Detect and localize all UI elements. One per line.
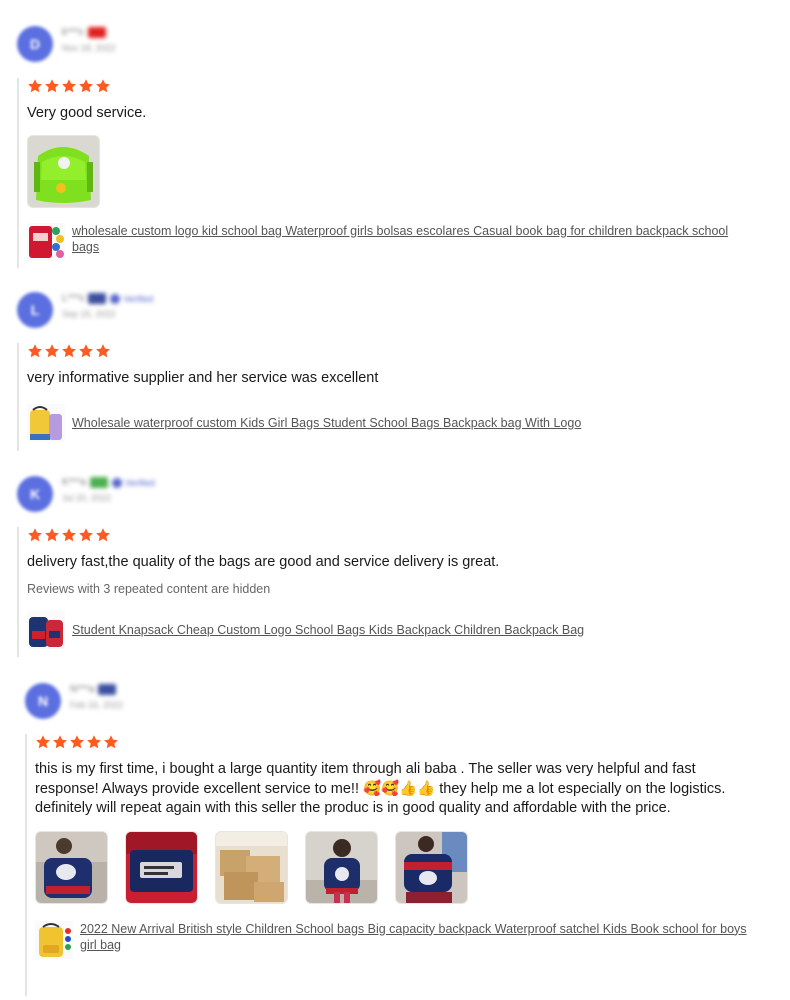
star-icon xyxy=(44,78,60,94)
verified-icon xyxy=(111,477,122,488)
star-icon xyxy=(44,527,60,543)
star-icon xyxy=(35,734,51,750)
star-icon xyxy=(27,343,43,359)
review-text: delivery fast,the quality of the bags ar… xyxy=(27,554,500,570)
reviewer-name: k***s xyxy=(62,27,84,38)
hidden-reviews-note[interactable]: Reviews with 3 repeated content are hidd… xyxy=(27,582,750,596)
reviewer-meta: L***s Verified Sep 15, 2022 xyxy=(62,293,153,319)
star-icon xyxy=(78,343,94,359)
product-thumbnail[interactable] xyxy=(27,222,65,261)
star-icon xyxy=(95,78,111,94)
star-icon xyxy=(27,78,43,94)
product-thumbnail[interactable] xyxy=(27,403,65,442)
star-icon xyxy=(95,343,111,359)
star-icon xyxy=(27,527,43,543)
review-text: this is my first time, i bought a large … xyxy=(35,761,726,816)
reviewer-name: L***s xyxy=(62,293,85,304)
star-icon xyxy=(52,734,68,750)
star-icon xyxy=(69,734,85,750)
star-rating xyxy=(27,527,750,545)
avatar: D xyxy=(17,26,53,62)
reviewer-name: K***a xyxy=(62,477,86,488)
review-photo[interactable] xyxy=(27,134,100,208)
flag-icon xyxy=(98,684,117,695)
review-photos xyxy=(35,830,750,904)
product-link[interactable]: 2022 New Arrival British style Children … xyxy=(80,921,750,953)
reviewer-meta: K***a Verified Jul 20, 2022 xyxy=(62,477,155,503)
star-icon xyxy=(78,527,94,543)
star-icon xyxy=(103,734,119,750)
review-photo[interactable] xyxy=(215,830,288,904)
flag-icon xyxy=(88,293,107,304)
verified-icon xyxy=(110,293,121,304)
avatar: L xyxy=(17,292,53,328)
review-photo[interactable] xyxy=(395,830,468,904)
product-link-row[interactable]: Student Knapsack Cheap Custom Logo Schoo… xyxy=(27,610,750,649)
product-link[interactable]: Student Knapsack Cheap Custom Logo Schoo… xyxy=(72,611,584,649)
avatar: K xyxy=(17,476,53,512)
verified-badge: Verified xyxy=(110,293,153,304)
review-date: Sep 15, 2022 xyxy=(62,309,116,319)
product-thumbnail[interactable] xyxy=(35,920,73,959)
reviewer-name: N***a xyxy=(70,684,95,695)
review-photo[interactable] xyxy=(125,830,198,904)
product-thumbnail[interactable] xyxy=(27,610,65,649)
review-date: Feb 16, 2022 xyxy=(70,700,124,710)
product-link-row[interactable]: Wholesale waterproof custom Kids Girl Ba… xyxy=(27,403,750,442)
review-text: Very good service. xyxy=(27,105,147,121)
star-rating xyxy=(27,343,750,361)
reviewer-meta: k***s Nov 18, 2022 xyxy=(62,27,116,53)
star-icon xyxy=(61,78,77,94)
review-photo[interactable] xyxy=(305,830,378,904)
review-text: very informative supplier and her servic… xyxy=(27,370,379,386)
avatar: N xyxy=(25,683,61,719)
product-link[interactable]: wholesale custom logo kid school bag Wat… xyxy=(72,223,750,255)
review-date: Jul 20, 2022 xyxy=(62,493,112,503)
star-rating xyxy=(27,78,750,96)
flag-icon xyxy=(89,477,108,488)
flag-icon xyxy=(87,27,106,38)
reviewer-meta: N***a Feb 16, 2022 xyxy=(70,684,123,710)
star-icon xyxy=(95,527,111,543)
star-rating xyxy=(35,734,750,752)
star-icon xyxy=(86,734,102,750)
review-photo[interactable] xyxy=(35,830,108,904)
review-date: Nov 18, 2022 xyxy=(62,43,116,53)
verified-badge: Verified xyxy=(111,477,155,488)
star-icon xyxy=(44,343,60,359)
star-icon xyxy=(78,78,94,94)
star-icon xyxy=(61,527,77,543)
product-link-row[interactable]: 2022 New Arrival British style Children … xyxy=(35,920,750,959)
product-link[interactable]: Wholesale waterproof custom Kids Girl Ba… xyxy=(72,404,581,442)
product-link-row[interactable]: wholesale custom logo kid school bag Wat… xyxy=(27,222,750,261)
star-icon xyxy=(61,343,77,359)
